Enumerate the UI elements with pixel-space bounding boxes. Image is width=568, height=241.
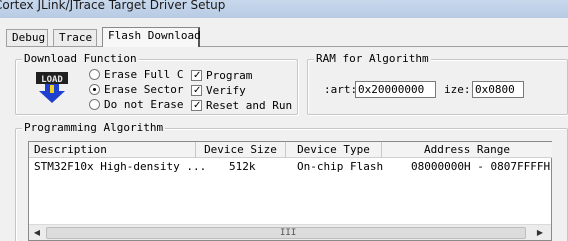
start-label: :art: (324, 83, 358, 96)
algorithm-list[interactable]: Description Device Size Device Type Addr… (28, 141, 552, 241)
reset-and-run-option[interactable]: Reset and Run (191, 99, 292, 112)
erase-full-label: Erase Full C (104, 68, 184, 81)
program-checkbox[interactable] (191, 70, 202, 81)
column-device-type[interactable]: Device Type (286, 142, 382, 158)
do-not-erase-option[interactable]: Do not Erase (89, 98, 183, 111)
row-address-range: 08000000H - 0807FFFFH (411, 160, 551, 173)
programming-algorithm-label: Programming Algorithm (22, 121, 166, 135)
erase-sector-radio[interactable] (89, 84, 100, 95)
scroll-grip: III (280, 228, 297, 238)
tab-trace[interactable]: Trace (53, 29, 97, 46)
do-not-erase-radio[interactable] (89, 99, 100, 110)
do-not-erase-label: Do not Erase (104, 98, 184, 111)
row-device-size: 512k (229, 160, 256, 173)
ram-start-field[interactable]: 0x20000000 (355, 81, 436, 98)
horizontal-scrollbar[interactable]: ◀ III ▶ (29, 224, 551, 240)
window-title-bar: Cortex JLink/JTrace Target Driver Setup (0, 0, 568, 18)
tab-debug[interactable]: Debug (6, 29, 48, 46)
scroll-thumb[interactable]: III (46, 227, 526, 239)
reset-and-run-checkbox[interactable] (191, 100, 202, 111)
erase-sector-label: Erase Sector (104, 83, 184, 96)
scroll-right-icon[interactable]: ▶ (534, 227, 546, 239)
scroll-left-icon[interactable]: ◀ (31, 227, 43, 239)
erase-sector-option[interactable]: Erase Sector (89, 83, 183, 96)
download-function-group: Download Function LOAD Erase Full C Eras… (15, 52, 298, 115)
ram-for-algorithm-group: RAM for Algorithm :art: 0x20000000 ize: … (307, 52, 568, 115)
algorithm-list-header: Description Device Size Device Type Addr… (29, 142, 552, 158)
program-option[interactable]: Program (191, 69, 252, 82)
tab-flash-download[interactable]: Flash Download (102, 27, 201, 47)
verify-option[interactable]: Verify (191, 84, 246, 97)
reset-and-run-label: Reset and Run (206, 99, 293, 112)
ram-size-field[interactable]: 0x0800 (472, 81, 524, 98)
row-description: STM32F10x High-density ... (34, 160, 207, 173)
verify-label: Verify (206, 84, 246, 97)
load-icon-text: LOAD (41, 75, 63, 85)
column-address-range[interactable]: Address Range (382, 142, 552, 158)
verify-checkbox[interactable] (191, 85, 202, 96)
erase-full-chip-option[interactable]: Erase Full C (89, 68, 183, 81)
erase-full-radio[interactable] (89, 69, 100, 80)
ram-for-algorithm-label: RAM for Algorithm (314, 52, 431, 66)
column-description[interactable]: Description (29, 142, 196, 158)
tab-panel-border (6, 46, 568, 47)
column-device-size[interactable]: Device Size (196, 142, 286, 158)
download-function-label: Download Function (22, 52, 139, 66)
size-label: ize: (444, 83, 471, 96)
row-device-type: On-chip Flash (297, 160, 384, 173)
load-icon: LOAD (36, 72, 68, 103)
program-label: Program (206, 69, 253, 82)
window-title: Cortex JLink/JTrace Target Driver Setup (0, 0, 226, 12)
